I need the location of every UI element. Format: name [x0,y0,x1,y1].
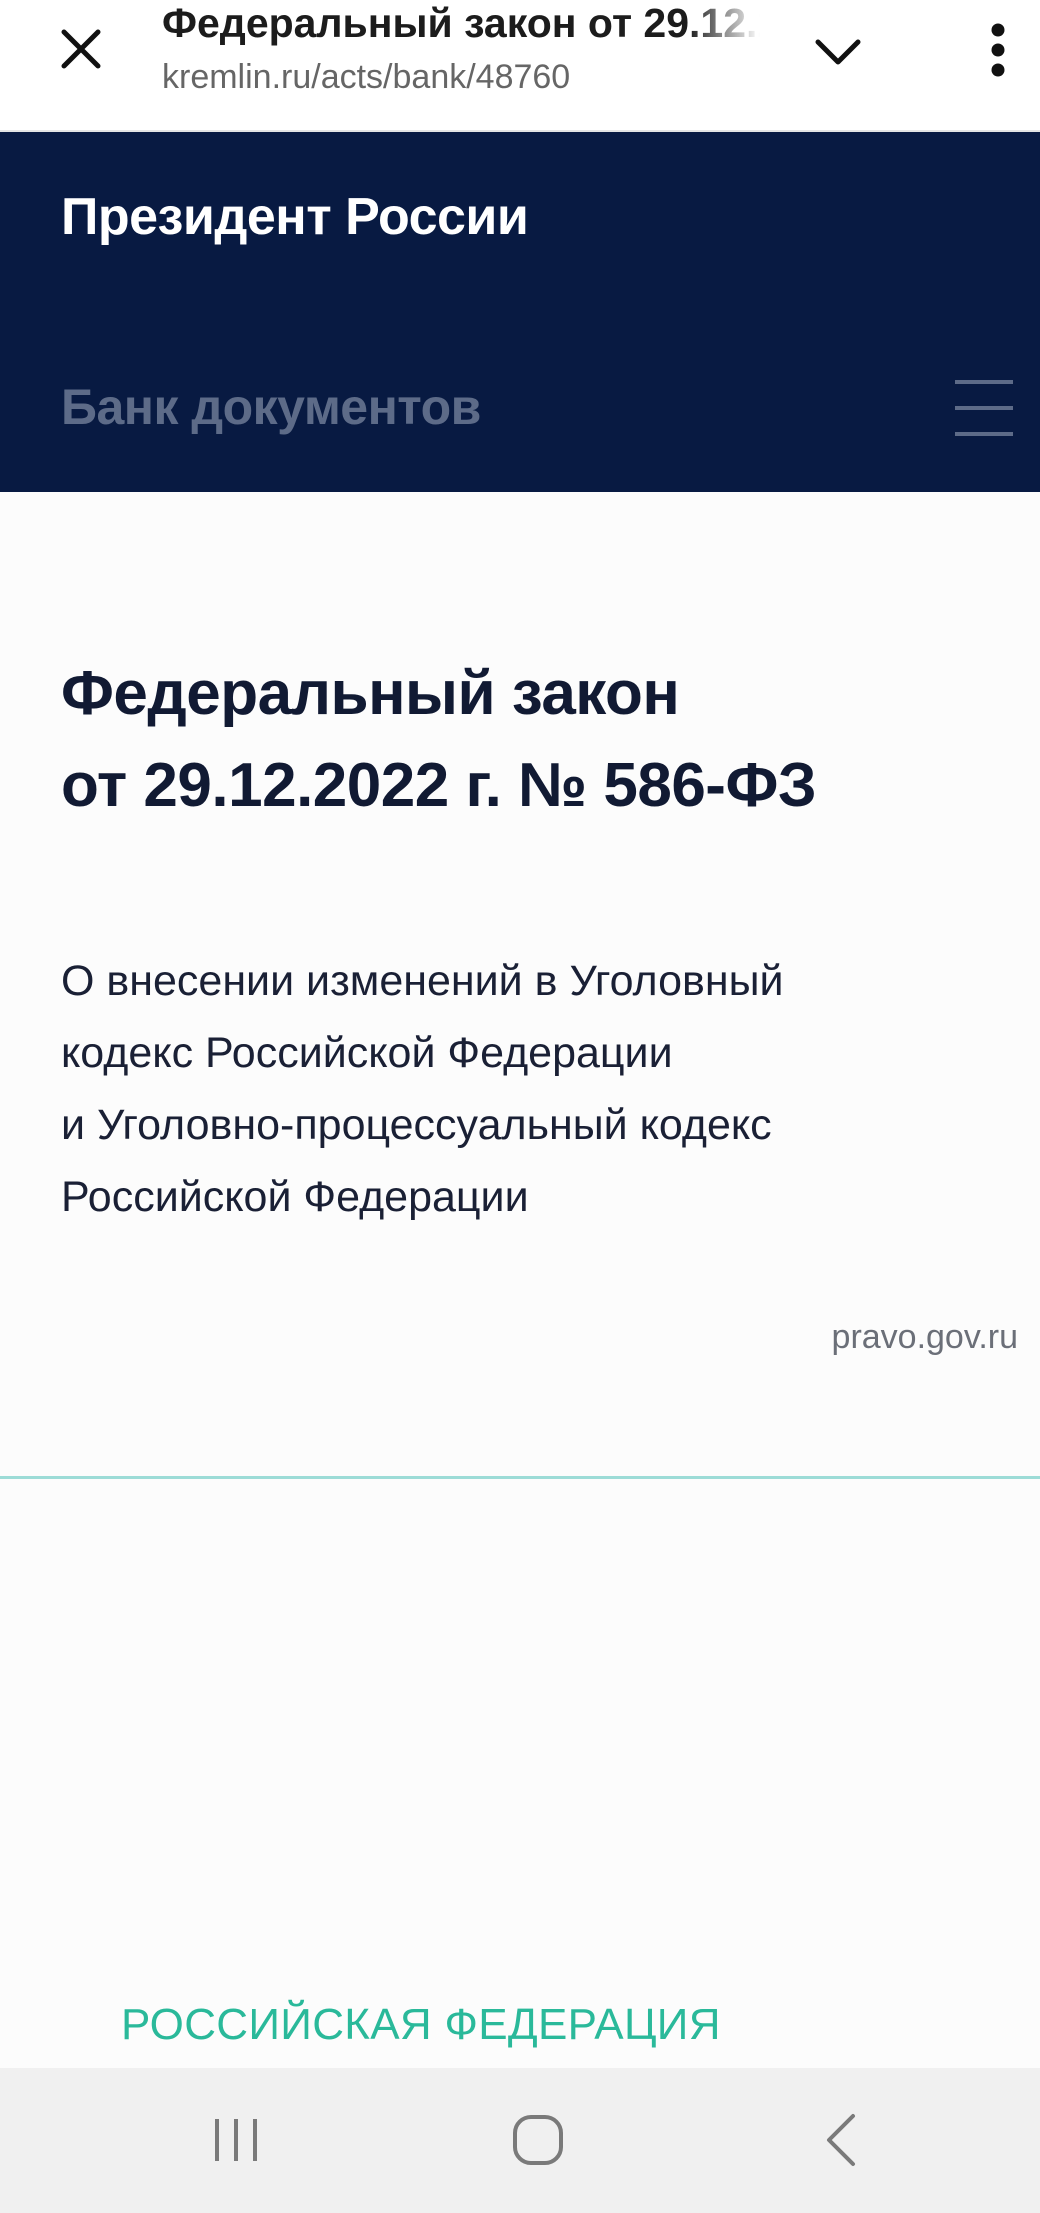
document-subtitle-line: О внесении изменений в Уголовный [61,957,784,1005]
more-options-button[interactable] [978,18,1018,82]
close-tab-button[interactable] [48,24,114,74]
close-icon [61,29,101,69]
document-title: Федеральный закон от 29.12.2022 г. № 586… [61,648,1001,832]
recents-icon [215,2119,257,2161]
page-title: Федеральный закон от 29.12.2022 г. № 586… [162,0,760,46]
document-subtitle-line: кодекс Российской Федерации [61,1029,673,1077]
page-url[interactable]: kremlin.ru/acts/bank/48760 [162,58,762,97]
document-subtitle: О внесении изменений в Уголовный кодекс … [61,945,1001,1233]
screen: Федеральный закон от 29.12.2022 г. № 586… [0,0,1040,2213]
hamburger-icon [955,380,1013,436]
document-subtitle-line: и Уголовно-процессуальный кодекс [61,1101,772,1149]
site-header: Президент России Банк документов [0,132,1040,492]
home-icon [513,2115,563,2165]
home-button[interactable] [503,2108,573,2172]
site-name-link[interactable]: Президент России [61,187,529,247]
chevron-down-icon [815,39,861,65]
document-subtitle-line: Российской Федерации [61,1173,529,1221]
divider [0,1476,1040,1479]
section-name-link[interactable]: Банк документов [61,378,481,436]
expand-button[interactable] [808,28,868,76]
country-heading: РОССИЙСКАЯ ФЕДЕРАЦИЯ [121,2000,721,2049]
back-icon [827,2114,855,2166]
more-vertical-icon [991,23,1005,77]
document-title-line: Федеральный закон [61,659,680,728]
recents-button[interactable] [201,2108,271,2172]
document-source-link[interactable]: pravo.gov.ru [832,1318,1018,1357]
back-button[interactable] [806,2108,876,2172]
system-navigation-bar [0,2068,1040,2213]
browser-tab-bar: Федеральный закон от 29.12.2022 г. № 586… [0,0,1040,132]
site-menu-button[interactable] [955,378,1013,438]
document-title-line: от 29.12.2022 г. № 586-ФЗ [61,751,817,820]
